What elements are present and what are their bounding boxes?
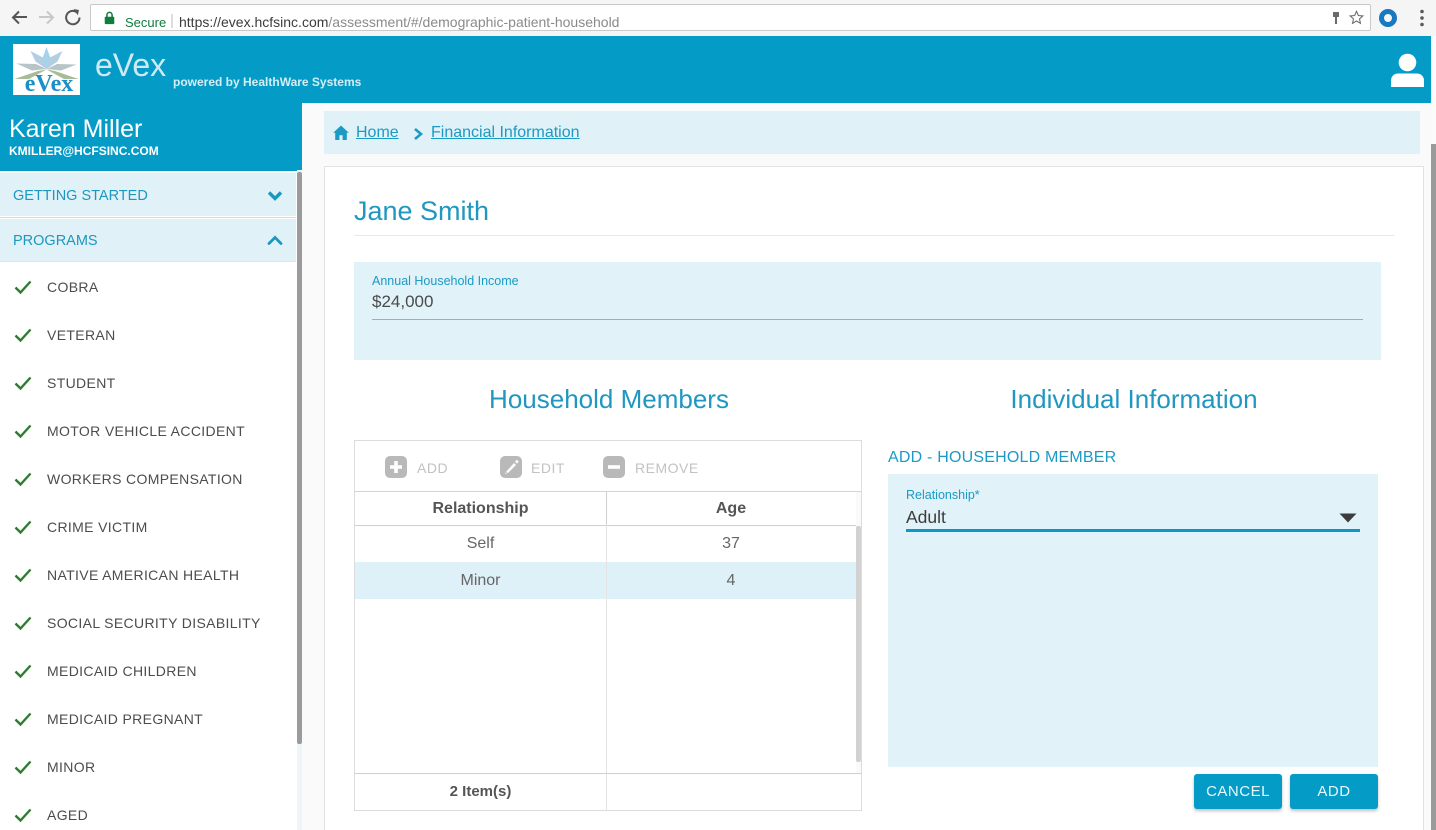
svg-text:eVex: eVex [25,71,73,95]
